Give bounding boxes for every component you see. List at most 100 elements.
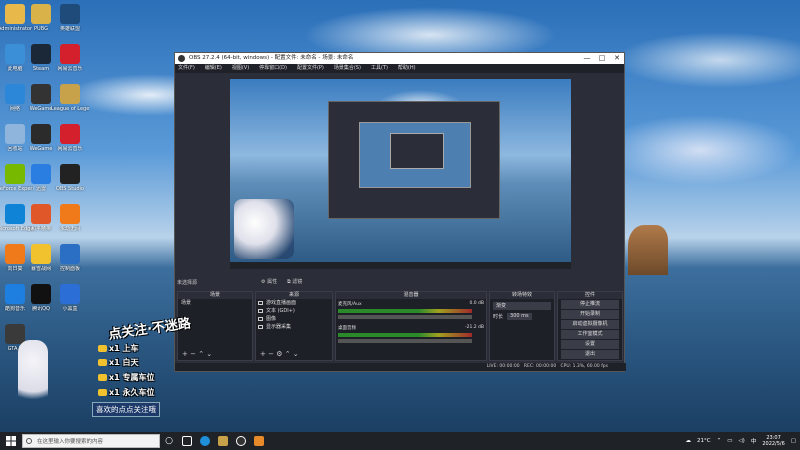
cpu-fps: CPU: 1.3%, 60.00 fps	[560, 364, 609, 369]
crown-icon	[98, 389, 107, 396]
obs-window-title: OBS 27.2.4 (64-bit, windows) - 配置文件: 未命名…	[189, 55, 354, 61]
taskbar-app-lol[interactable]	[214, 432, 232, 450]
menu-file[interactable]: 文件(F)	[178, 64, 195, 73]
virtual-camera-button[interactable]: 启动虚拟摄像机	[561, 320, 619, 329]
taskbar-search-input[interactable]: 在这里输入你要搜索的内容	[22, 434, 160, 448]
app-icon	[254, 436, 264, 446]
transition-duration-row: 时长 300 ms	[493, 313, 551, 320]
source-item[interactable]: 显示器采集	[256, 323, 332, 331]
properties-button[interactable]: ⚙ 属性	[261, 278, 277, 285]
rec-timer: REC: 00:00:00	[523, 364, 557, 369]
transition-type-select[interactable]: 渐变	[493, 302, 551, 310]
start-recording-button[interactable]: 开始录制	[561, 310, 619, 319]
league-icon	[218, 436, 228, 446]
ime-icon[interactable]: 中	[751, 437, 757, 445]
volume-slider[interactable]	[338, 315, 472, 319]
taskbar-app-obs[interactable]	[232, 432, 250, 450]
anime-character-image	[18, 340, 48, 410]
minimize-button[interactable]: —	[580, 53, 594, 64]
menu-profile[interactable]: 配置文件(P)	[297, 64, 324, 73]
mixer-channel: 桌面音频 -21.2 dB	[336, 321, 486, 331]
app-icon	[60, 244, 80, 264]
overlay-line-text: 上车	[122, 344, 139, 353]
menu-docks[interactable]: 停靠窗口(D)	[259, 64, 287, 73]
audio-mixer-dock: 混音器 麦克风/Aux 0.0 dB 桌面音频 -21.2 dB	[335, 291, 487, 361]
obs-title-bar[interactable]: OBS 27.2.4 (64-bit, windows) - 配置文件: 未命名…	[175, 53, 624, 64]
scene-item[interactable]: 场景	[178, 299, 252, 307]
desktop-icon[interactable]: 控制面板	[51, 244, 89, 272]
scene-down-button[interactable]: ⌄	[206, 350, 212, 358]
weather-temp[interactable]: 21°C	[697, 438, 711, 444]
desktop-icon[interactable]: 小黑盒	[51, 284, 89, 312]
volume-icon[interactable]: ◁)	[738, 438, 744, 444]
menu-scene-collection[interactable]: 场景集合(S)	[334, 64, 361, 73]
preview-desktop-capture	[230, 79, 571, 269]
add-scene-button[interactable]: +	[182, 350, 190, 358]
desktop-icon[interactable]: 永劫无间	[51, 204, 89, 232]
source-item[interactable]: 游戏直播画面	[256, 299, 332, 307]
settings-button[interactable]: 设置	[561, 340, 619, 349]
source-settings-button[interactable]: ⚙	[276, 350, 285, 358]
weather-icon[interactable]: ☁	[686, 438, 692, 444]
source-down-button[interactable]: ⌄	[293, 350, 299, 358]
overlay-line: x1 专属车位	[98, 372, 155, 383]
transitions-title: 转场特效	[490, 292, 554, 299]
obs-logo-icon	[178, 55, 185, 62]
preview-nested-obs-window-inner	[390, 133, 444, 169]
search-icon	[26, 438, 32, 444]
show-hidden-icons-icon[interactable]: ⌃	[717, 438, 722, 444]
start-button[interactable]	[0, 432, 22, 450]
source-item[interactable]: 文本 (GDI+)	[256, 307, 332, 315]
source-item[interactable]: 图像	[256, 315, 332, 323]
menu-edit[interactable]: 编辑(E)	[205, 64, 222, 73]
volume-slider[interactable]	[338, 339, 472, 343]
desktop-icon-label: 英雄联盟	[59, 26, 80, 32]
exit-button[interactable]: 退出	[561, 350, 619, 359]
task-view-icon: ○	[165, 436, 173, 446]
desktop-icon[interactable]: 网易云音乐	[51, 44, 89, 72]
network-icon[interactable]: ▭	[727, 438, 732, 444]
desktop-icon[interactable]: 英雄联盟	[51, 4, 89, 32]
duration-input[interactable]: 300 ms	[507, 313, 532, 320]
studio-mode-button[interactable]: 工作室模式	[561, 330, 619, 339]
source-item-label: 游戏直播画面	[266, 300, 297, 306]
clock[interactable]: 23:07 2022/5/6	[762, 435, 784, 447]
crown-icon	[98, 345, 107, 352]
app-icon	[31, 4, 51, 24]
crown-icon	[98, 374, 107, 381]
desktop-icon-label: League of Legends	[51, 106, 89, 112]
obs-window[interactable]: OBS 27.2.4 (64-bit, windows) - 配置文件: 未命名…	[174, 52, 626, 372]
menu-help[interactable]: 帮助(H)	[398, 64, 416, 73]
taskbar-app-tray[interactable]	[178, 432, 196, 450]
notification-icon[interactable]: ▢	[791, 438, 796, 444]
sources-dock-controls: + − ⚙ ⌃ ⌄	[260, 350, 299, 358]
obs-preview-canvas[interactable]	[230, 79, 571, 269]
remove-scene-button[interactable]: −	[190, 350, 198, 358]
maximize-button[interactable]: □	[595, 53, 609, 64]
add-source-button[interactable]: +	[260, 350, 268, 358]
filters-button[interactable]: ⧉ 滤镜	[287, 278, 302, 285]
taskbar-app-unknown[interactable]	[250, 432, 268, 450]
scene-transitions-dock: 转场特效 渐变 时长 300 ms	[489, 291, 555, 361]
source-up-button[interactable]: ⌃	[285, 350, 293, 358]
taskbar-app-edge[interactable]	[196, 432, 214, 450]
desktop-icon[interactable]: League of Legends	[51, 84, 89, 112]
desktop-icon[interactable]: OBS Studio	[51, 164, 89, 192]
menu-view[interactable]: 视图(V)	[232, 64, 249, 73]
desktop-icon-label: 网易云音乐	[57, 66, 83, 72]
menu-tools[interactable]: 工具(T)	[371, 64, 388, 73]
app-icon	[31, 84, 51, 104]
image-source-icon	[258, 317, 263, 321]
mixer-channel-db: -21.2 dB	[464, 325, 484, 330]
task-view-button[interactable]: ○	[160, 432, 178, 450]
close-button[interactable]: ✕	[610, 53, 624, 64]
overlay-line-prefix: x1	[109, 388, 120, 397]
desktop-icon[interactable]: 网易云音乐	[51, 124, 89, 152]
source-item-label: 图像	[266, 316, 277, 322]
obs-menu-bar: 文件(F) 编辑(E) 视图(V) 停靠窗口(D) 配置文件(P) 场景集合(S…	[175, 64, 624, 73]
stop-streaming-button[interactable]: 停止推流	[561, 300, 619, 309]
app-icon	[60, 284, 80, 304]
remove-source-button[interactable]: −	[268, 350, 276, 358]
volume-meter	[338, 309, 472, 313]
monitor-icon	[258, 325, 263, 329]
